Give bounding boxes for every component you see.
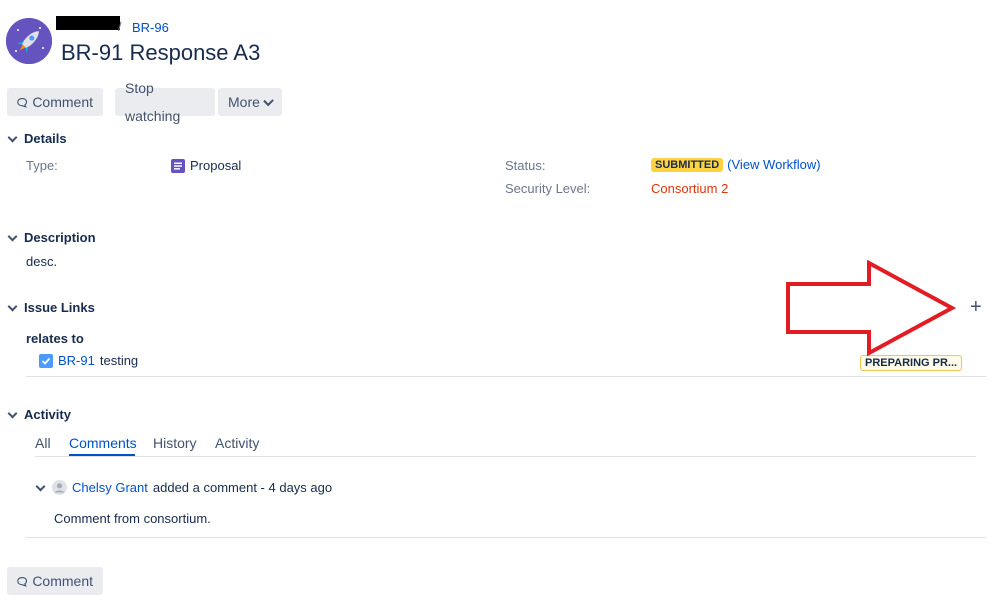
chevron-down-icon[interactable] [35, 481, 46, 491]
description-text: desc. [26, 254, 58, 269]
comment-button[interactable]: Comment [7, 88, 103, 116]
tab-all[interactable]: All [35, 435, 51, 451]
security-level-value: Consortium 2 [651, 181, 729, 196]
breadcrumb-parent-link[interactable]: BR-96 [132, 20, 169, 35]
chevron-down-icon [7, 132, 18, 142]
chevron-down-icon [7, 408, 18, 418]
details-heading: Details [24, 131, 67, 146]
stop-watching-button[interactable]: Stop watching [115, 80, 215, 124]
type-label: Type: [26, 158, 58, 173]
status-value: SUBMITTED (View Workflow) [651, 157, 821, 172]
linked-issue-key[interactable]: BR-91 [58, 353, 95, 368]
footer-comment-button[interactable]: Comment [7, 567, 103, 595]
more-label: More [228, 94, 260, 110]
comment-header: Chelsy Grant added a comment - 4 days ag… [35, 480, 333, 495]
description-toggle[interactable]: Description [7, 230, 96, 245]
tabs-divider [35, 456, 976, 457]
tab-history[interactable]: History [153, 435, 197, 451]
project-avatar[interactable] [6, 18, 52, 64]
page-title: BR-91 Response A3 [61, 40, 261, 65]
proposal-type-icon [171, 158, 185, 173]
comment-divider [26, 537, 986, 538]
comment-bubble-icon [17, 97, 28, 108]
tab-comments[interactable]: Comments [69, 435, 137, 451]
status-badge: SUBMITTED [651, 157, 724, 172]
red-arrow-annotation [786, 260, 957, 356]
type-value: Proposal [171, 158, 241, 173]
status-label: Status: [505, 158, 546, 173]
stop-watching-label: Stop watching [125, 80, 181, 124]
plus-icon[interactable]: + [970, 296, 982, 319]
breadcrumb-separator: / [118, 19, 122, 34]
activity-heading: Activity [24, 407, 71, 422]
more-button[interactable]: More [218, 88, 282, 116]
type-value-text: Proposal [190, 158, 242, 173]
comment-author-link[interactable]: Chelsy Grant [72, 480, 148, 495]
link-relation-label: relates to [26, 331, 84, 346]
linked-issue-row[interactable]: BR-91 testing [39, 353, 138, 368]
user-avatar-icon [52, 480, 67, 495]
comment-bubble-icon [17, 576, 28, 587]
tab-activity[interactable]: Activity [215, 435, 259, 451]
checkbox-checked-icon [39, 353, 53, 368]
linked-issue-summary: testing [99, 353, 139, 368]
redacted-project-name [56, 16, 120, 30]
chevron-down-icon [7, 231, 18, 241]
description-heading: Description [24, 230, 96, 245]
details-toggle[interactable]: Details [7, 131, 67, 146]
comment-body: Comment from consortium. [54, 511, 211, 526]
divider [26, 376, 986, 377]
footer-comment-label: Comment [32, 573, 93, 589]
activity-toggle[interactable]: Activity [7, 407, 71, 422]
issue-links-toggle[interactable]: Issue Links [7, 300, 95, 315]
view-workflow-link[interactable]: (View Workflow) [727, 157, 820, 172]
rocket-avatar-icon [6, 18, 52, 64]
chevron-down-icon [7, 301, 18, 311]
issue-links-heading: Issue Links [24, 300, 95, 315]
linked-issue-status-badge: PREPARING PR... [860, 355, 963, 371]
comment-meta: added a comment - 4 days ago [152, 480, 333, 495]
chevron-down-icon [263, 95, 274, 106]
security-level-label: Security Level: [505, 181, 591, 196]
comment-button-label: Comment [32, 94, 93, 110]
